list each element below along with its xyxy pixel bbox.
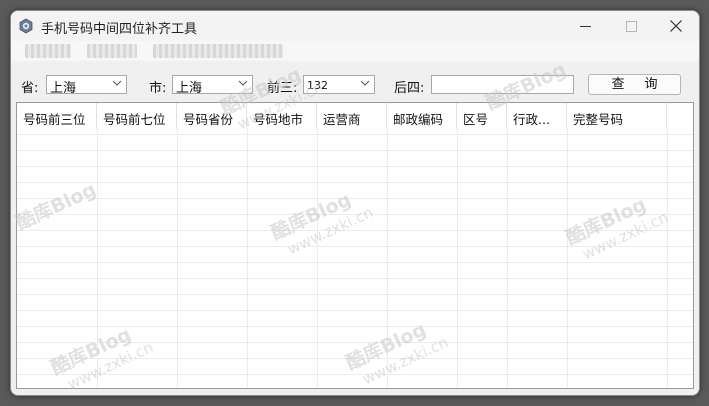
column-divider	[317, 129, 318, 388]
city-label: 市:	[149, 81, 167, 96]
column-header[interactable]: 号码地市	[247, 103, 317, 129]
title-bar: 手机号码中间四位补齐工具	[11, 11, 699, 41]
column-header[interactable]: 号码前三位	[17, 103, 97, 129]
results-table[interactable]: 号码前三位 号码前七位 号码省份 号码地市 运营商 邮政编码 区号 行政... …	[16, 102, 694, 389]
close-icon	[670, 20, 682, 32]
menu-bar	[11, 41, 699, 61]
close-button[interactable]	[653, 11, 699, 41]
column-divider	[247, 129, 248, 388]
city-value: 上海	[176, 81, 203, 96]
column-header[interactable]: 区号	[457, 103, 507, 129]
column-divider	[387, 129, 388, 388]
minimize-icon	[579, 25, 591, 27]
maximize-icon	[625, 20, 637, 32]
blurred-menu-item[interactable]	[25, 44, 71, 58]
table-body	[17, 129, 693, 388]
column-divider	[97, 129, 98, 388]
column-divider	[177, 129, 178, 388]
column-header[interactable]: 完整号码	[567, 103, 667, 129]
column-divider	[567, 129, 568, 388]
column-divider	[507, 129, 508, 388]
query-toolbar: 省: 上海 市: 上海 前三: 132 后四: 查询	[11, 69, 699, 99]
app-window: 手机号码中间四位补齐工具 省: 上海 市: 上海 前三: 132 后四: 查询 …	[10, 10, 700, 396]
table-header: 号码前三位 号码前七位 号码省份 号码地市 运营商 邮政编码 区号 行政... …	[17, 103, 693, 129]
chevron-down-icon	[238, 80, 248, 86]
column-header[interactable]: 号码省份	[177, 103, 247, 129]
blurred-menu-item[interactable]	[153, 44, 283, 58]
province-select[interactable]: 上海	[46, 75, 127, 96]
gear-app-icon	[19, 18, 33, 34]
province-value: 上海	[50, 81, 77, 96]
prefix-select[interactable]: 132	[303, 75, 375, 94]
prefix-value: 132	[307, 79, 328, 92]
chevron-down-icon	[112, 80, 122, 86]
city-select[interactable]: 上海	[172, 75, 253, 96]
suffix-label: 后四:	[394, 81, 425, 96]
column-header[interactable]: 运营商	[317, 103, 387, 129]
prefix-label: 前三:	[267, 81, 298, 96]
blurred-menu-item[interactable]	[87, 44, 137, 58]
query-button[interactable]: 查询	[588, 74, 681, 95]
column-header[interactable]: 行政...	[507, 103, 567, 129]
window-title: 手机号码中间四位补齐工具	[41, 22, 198, 37]
column-header[interactable]: 邮政编码	[387, 103, 457, 129]
suffix-input[interactable]	[431, 75, 574, 94]
column-divider	[457, 129, 458, 388]
province-label: 省:	[21, 81, 39, 96]
column-divider	[667, 129, 668, 388]
minimize-button[interactable]	[562, 11, 608, 41]
chevron-down-icon	[360, 80, 370, 86]
maximize-button[interactable]	[608, 11, 654, 41]
column-header[interactable]: 号码前七位	[97, 103, 177, 129]
